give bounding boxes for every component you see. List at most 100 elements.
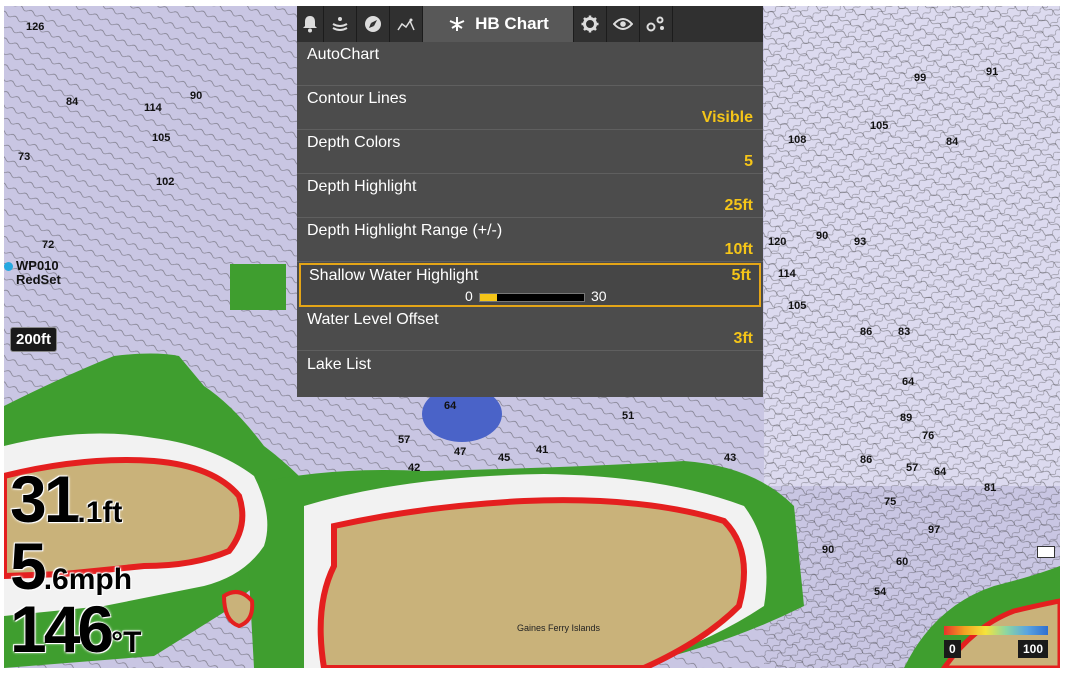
menu-item-depth-highlight[interactable]: Depth Highlight 25ft <box>297 174 763 218</box>
menu-item-value: 25ft <box>724 197 753 214</box>
contour-number: 114 <box>778 268 796 280</box>
heading-value: 146 <box>10 592 114 666</box>
tab-fish[interactable] <box>390 6 423 42</box>
contour-number: 54 <box>874 586 887 598</box>
color-scale-bar <box>944 626 1048 635</box>
contour-number: 105 <box>152 132 171 144</box>
menu-item-value: 5 <box>744 153 753 170</box>
contour-number: 90 <box>190 90 203 102</box>
waypoint-icon <box>4 262 13 272</box>
hb-chart-menu: AutoChart Contour Lines Visible Depth Co… <box>297 42 763 397</box>
heading-readout: 146°T <box>10 591 141 667</box>
tab-sonar[interactable] <box>324 6 357 42</box>
menu-item-label: Lake List <box>307 356 372 373</box>
sonar-icon <box>332 17 348 31</box>
contour-number: 114 <box>144 102 162 114</box>
slider-track[interactable] <box>479 293 585 302</box>
contour-number: 84 <box>66 96 79 108</box>
contour-number: 91 <box>986 66 999 78</box>
menu-item-label: Depth Highlight Range (+/-) <box>307 222 503 239</box>
menu-item-label: Water Level Offset <box>307 311 439 328</box>
navigation-icon <box>365 16 381 32</box>
fish-icon <box>397 18 415 31</box>
contour-number: 108 <box>788 134 807 146</box>
menu-toolbar: HB Chart <box>297 6 763 42</box>
contour-number: 64 <box>444 400 457 412</box>
contour-number: 76 <box>922 430 935 442</box>
menu-item-label: AutoChart <box>307 46 380 63</box>
depth-color-scale: 0 100 <box>944 626 1048 660</box>
slider-max-label: 30 <box>591 288 607 304</box>
contour-number: 90 <box>816 230 829 242</box>
slider-fill <box>480 294 498 301</box>
shallow-water-slider[interactable]: 0 30 <box>461 288 621 305</box>
contour-number: 86 <box>860 326 873 338</box>
eye-icon <box>613 18 633 30</box>
tab-settings[interactable] <box>574 6 607 42</box>
waypoint-marker[interactable]: WP010 RedSet <box>4 259 61 287</box>
depth-unit: .1ft <box>77 496 123 529</box>
menu-item-label: Shallow Water Highlight <box>309 267 479 284</box>
contour-number: 60 <box>896 556 909 568</box>
contour-texture-right <box>764 6 1060 668</box>
contour-number: 64 <box>934 466 947 478</box>
tab-alarms[interactable] <box>297 6 324 42</box>
contour-number: 105 <box>870 120 889 132</box>
menu-item-value: 5ft <box>731 267 751 284</box>
contour-number: 43 <box>724 452 737 464</box>
color-scale-max: 100 <box>1017 640 1048 658</box>
contour-number: 102 <box>156 176 175 188</box>
map-scale-badge: 200ft <box>10 327 58 352</box>
menu-item-autochart[interactable]: AutoChart <box>297 42 763 86</box>
menu-item-depth-colors[interactable]: Depth Colors 5 <box>297 130 763 174</box>
waypoint-subname: RedSet <box>16 272 61 287</box>
contour-number: 83 <box>898 326 911 338</box>
contour-number: 81 <box>984 482 997 494</box>
tab-network[interactable] <box>640 6 673 42</box>
menu-item-value: 10ft <box>724 241 753 258</box>
contour-number: 93 <box>854 236 867 248</box>
depth-value: 31 <box>10 462 80 536</box>
menu-item-lake-list[interactable]: Lake List <box>297 352 763 396</box>
menu-item-depth-highlight-range[interactable]: Depth Highlight Range (+/-) 10ft <box>297 218 763 262</box>
battery-icon <box>1037 546 1055 558</box>
depth-readout: 31.1ft <box>10 461 122 537</box>
contour-number: 126 <box>26 21 45 33</box>
contour-number: 64 <box>902 376 915 388</box>
contour-number: 120 <box>768 236 787 248</box>
contour-number: 75 <box>884 496 897 508</box>
tab-hb-chart[interactable]: HB Chart <box>423 6 574 42</box>
heading-unit: °T <box>111 626 142 659</box>
menu-item-label: Depth Colors <box>307 134 401 151</box>
contour-number: 42 <box>408 462 421 474</box>
contour-number: 84 <box>946 136 959 148</box>
slider-min-label: 0 <box>465 288 473 304</box>
menu-item-value: 3ft <box>733 330 753 347</box>
hb-chart-icon <box>449 17 465 31</box>
contour-number: 57 <box>398 434 411 446</box>
island-name-label: Gaines Ferry Islands <box>517 623 601 633</box>
tab-navigation[interactable] <box>357 6 390 42</box>
contour-number: 97 <box>928 524 941 536</box>
color-scale-min: 0 <box>944 640 961 658</box>
menu-item-label: Depth Highlight <box>307 178 417 195</box>
contour-number: 89 <box>900 412 913 424</box>
contour-number: 51 <box>622 410 635 422</box>
menu-item-shallow-water-highlight[interactable]: Shallow Water Highlight 5ft 0 30 <box>299 263 761 307</box>
waypoint-name: WP010 <box>16 258 59 273</box>
menu-item-water-level-offset[interactable]: Water Level Offset 3ft <box>297 307 763 351</box>
menu-item-contour-lines[interactable]: Contour Lines Visible <box>297 86 763 130</box>
contour-number: 73 <box>18 151 31 163</box>
contour-number: 45 <box>498 452 511 464</box>
network-icon <box>646 16 664 32</box>
contour-number: 90 <box>822 544 835 556</box>
island-center <box>317 497 747 668</box>
gear-icon <box>581 15 599 33</box>
contour-number: 105 <box>788 300 807 312</box>
menu-item-label: Contour Lines <box>307 90 407 107</box>
contour-number: 99 <box>914 72 927 84</box>
contour-number: 72 <box>42 239 55 251</box>
tab-view[interactable] <box>607 6 640 42</box>
contour-number: 41 <box>536 444 549 456</box>
menu-item-value: Visible <box>701 109 753 126</box>
